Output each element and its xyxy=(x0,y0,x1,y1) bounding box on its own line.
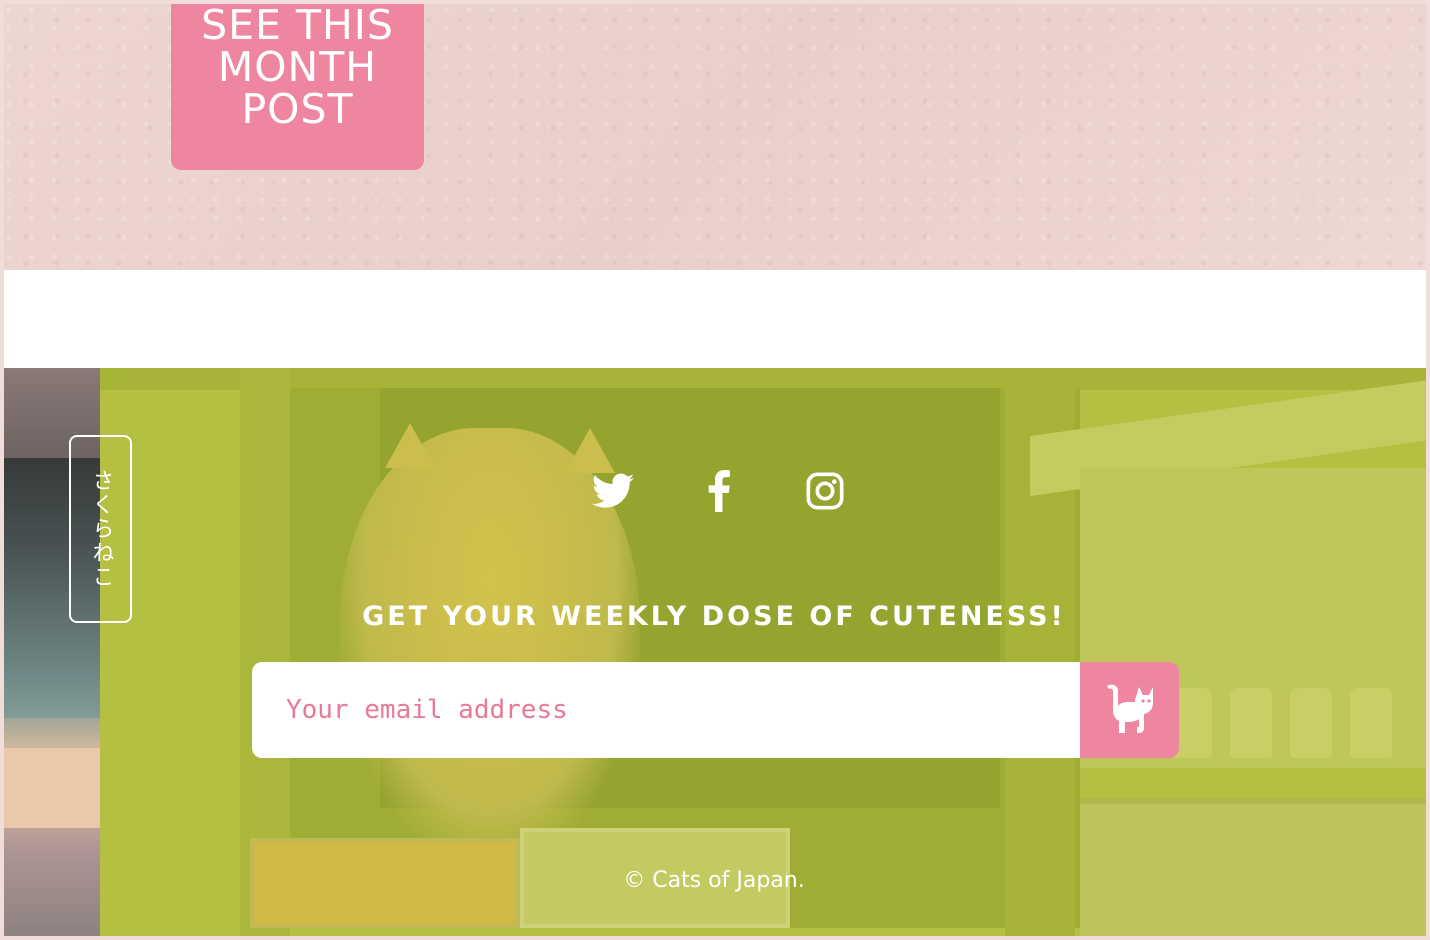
hero-section: SEE THIS MONTH POST xyxy=(4,4,1426,270)
social-links xyxy=(589,466,849,516)
cta-line-1: SEE THIS xyxy=(201,4,394,49)
cta-line-3: POST xyxy=(241,85,354,133)
cat-icon xyxy=(1101,681,1159,740)
section-spacer xyxy=(4,270,1426,368)
instagram-icon[interactable] xyxy=(801,467,849,515)
sakuraneko-vertical-label[interactable]: さくらねこ xyxy=(69,435,132,623)
email-input[interactable] xyxy=(252,662,1080,758)
copyright-text: © Cats of Japan. xyxy=(623,868,805,893)
newsletter-tagline: GET YOUR WEEKLY DOSE OF CUTENESS! xyxy=(362,601,1066,632)
background-photo-cat-shrine xyxy=(100,368,1426,936)
facebook-icon[interactable] xyxy=(695,467,743,515)
twitter-icon[interactable] xyxy=(589,467,637,515)
newsletter-form xyxy=(252,662,1179,758)
see-this-month-post-button[interactable]: SEE THIS MONTH POST xyxy=(171,4,424,170)
footer: さくらねこ GET YOUR WEEKLY DOSE OF CUTENESS! … xyxy=(4,368,1426,936)
cta-line-2: MONTH xyxy=(217,43,378,91)
page-frame: SEE THIS MONTH POST さくらねこ GET YOUR WEEKL… xyxy=(4,4,1426,936)
subscribe-button[interactable] xyxy=(1080,662,1179,758)
